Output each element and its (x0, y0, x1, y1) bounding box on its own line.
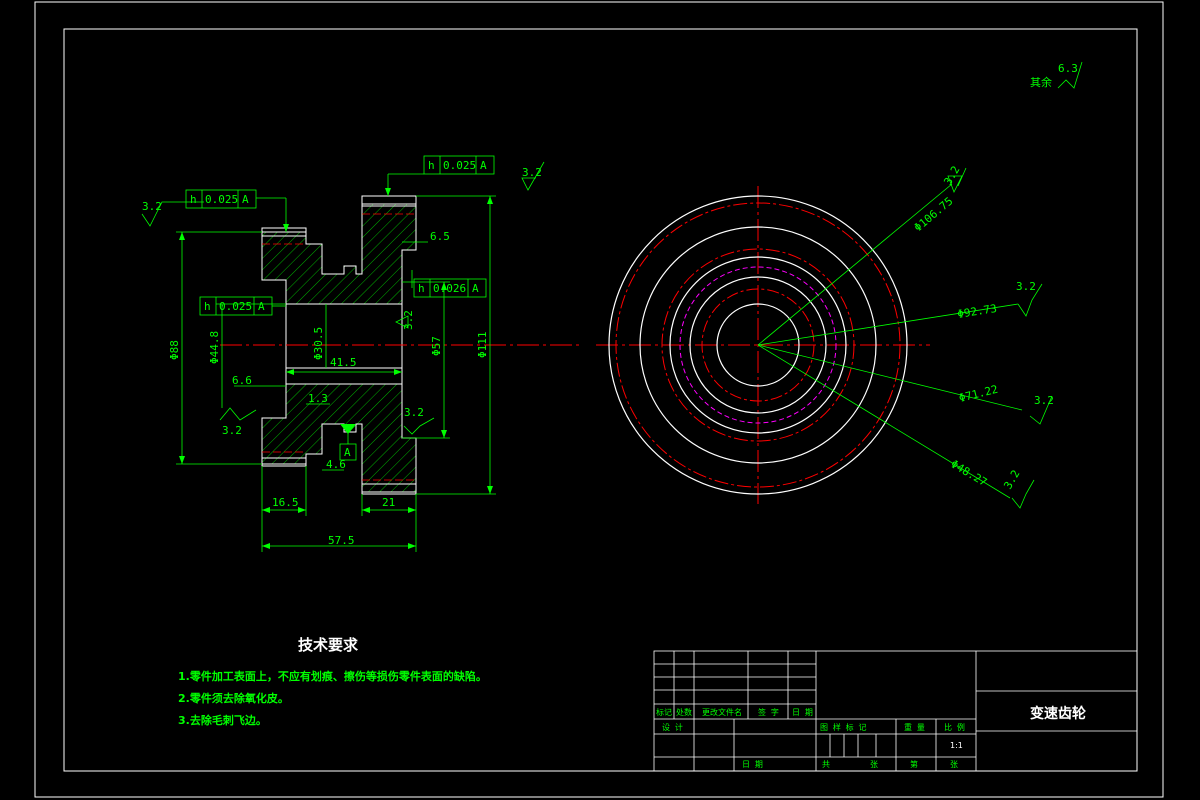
tb-h5: 日 期 (792, 708, 813, 717)
svg-text:A: A (258, 300, 265, 313)
dim-l41: 41.5 (330, 356, 357, 369)
dim-l1-3: 1.3 (308, 392, 328, 405)
tech-item-2: 2.零件须去除氧化皮。 (178, 691, 289, 705)
tolerance-frame-top: h 0.025 A (423, 155, 495, 175)
engineering-drawing: 3.2 3.2 3.2 3.2 3.2 其余 6.3 Φ88 Φ44.8 Φ30… (34, 1, 1164, 798)
tb-design: 设 计 (662, 722, 683, 732)
svg-text:A: A (472, 282, 479, 295)
roughness-r4: 3.2 (1001, 468, 1022, 492)
dim-d111: Φ111 (476, 332, 489, 359)
dim-c1: Φ106.75 (912, 195, 956, 235)
dim-l16-5: 16.5 (272, 496, 299, 509)
tolerance-frame-left: h 0.025 A (185, 189, 257, 209)
tb-col-1: 图 样 标 记 (820, 722, 866, 732)
roughness-s2: 3.2 (522, 166, 542, 179)
svg-text:0.025: 0.025 (443, 159, 476, 172)
dim-l21: 21 (382, 496, 395, 509)
dim-l6-6: 6.6 (232, 374, 252, 387)
dim-d88: Φ88 (168, 340, 181, 360)
tech-item-3: 3.去除毛刺飞边。 (178, 713, 267, 727)
roughness-r3: 3.2 (1034, 394, 1054, 407)
svg-text:h: h (418, 282, 425, 295)
svg-text:h: h (190, 193, 197, 206)
roughness-s3: 3.2 (402, 310, 415, 330)
tb-col-2: 重 量 (904, 722, 925, 732)
part-name: 变速齿轮 (1030, 705, 1086, 722)
upper-small-gear (261, 203, 417, 305)
tb-bottom-2: 张 (870, 760, 878, 769)
roughness-s1: 3.2 (142, 200, 162, 213)
tb-bottom-1: 共 (822, 760, 830, 769)
dim-c2: Φ92.73 (956, 302, 997, 321)
tb-scale: 1:1 (950, 741, 963, 750)
tb-col-3: 比 例 (944, 722, 965, 732)
lower-body (261, 383, 417, 493)
tb-h3: 更改文件名 (702, 707, 742, 717)
tb-bottom-3: 第 (910, 759, 918, 769)
roughness-r1: 3.2 (941, 164, 962, 188)
roughness-other-label: 其余 (1030, 75, 1052, 89)
tb-date: 日 期 (742, 760, 763, 769)
dim-l6-5: 6.5 (430, 230, 450, 243)
svg-text:0.025: 0.025 (219, 300, 252, 313)
tb-bottom-4: 张 (950, 760, 958, 769)
tb-h4: 签 字 (758, 707, 779, 717)
svg-text:h: h (428, 159, 435, 172)
roughness-s5: 3.2 (404, 406, 424, 419)
svg-text:A: A (344, 446, 351, 459)
tech-item-1: 1.零件加工表面上，不应有划痕、擦伤等损伤零件表面的缺陷。 (178, 669, 487, 683)
dim-c3: Φ71.22 (958, 383, 1000, 405)
svg-text:A: A (480, 159, 487, 172)
svg-text:A: A (242, 193, 249, 206)
svg-text:h: h (204, 300, 211, 313)
roughness-r2: 3.2 (1016, 280, 1036, 293)
dim-l57-5: 57.5 (328, 534, 355, 547)
dim-c4: Φ48.27 (948, 457, 989, 489)
tolerance-frame-mid: h 0.025 A (199, 296, 273, 316)
roughness-other: 6.3 (1058, 62, 1078, 75)
svg-text:0.025: 0.025 (205, 193, 238, 206)
tech-title: 技术要求 (298, 636, 359, 654)
dim-d30: Φ30.5 (312, 327, 325, 360)
end-view (596, 167, 1053, 509)
section-view (141, 61, 1083, 552)
dim-d57: Φ57 (430, 336, 443, 356)
tb-h2: 处数 (676, 707, 692, 717)
svg-text:0.026: 0.026 (433, 282, 466, 295)
tb-h1: 标记 (656, 707, 672, 717)
dim-d44: Φ44.8 (208, 331, 221, 364)
roughness-s4: 3.2 (222, 424, 242, 437)
